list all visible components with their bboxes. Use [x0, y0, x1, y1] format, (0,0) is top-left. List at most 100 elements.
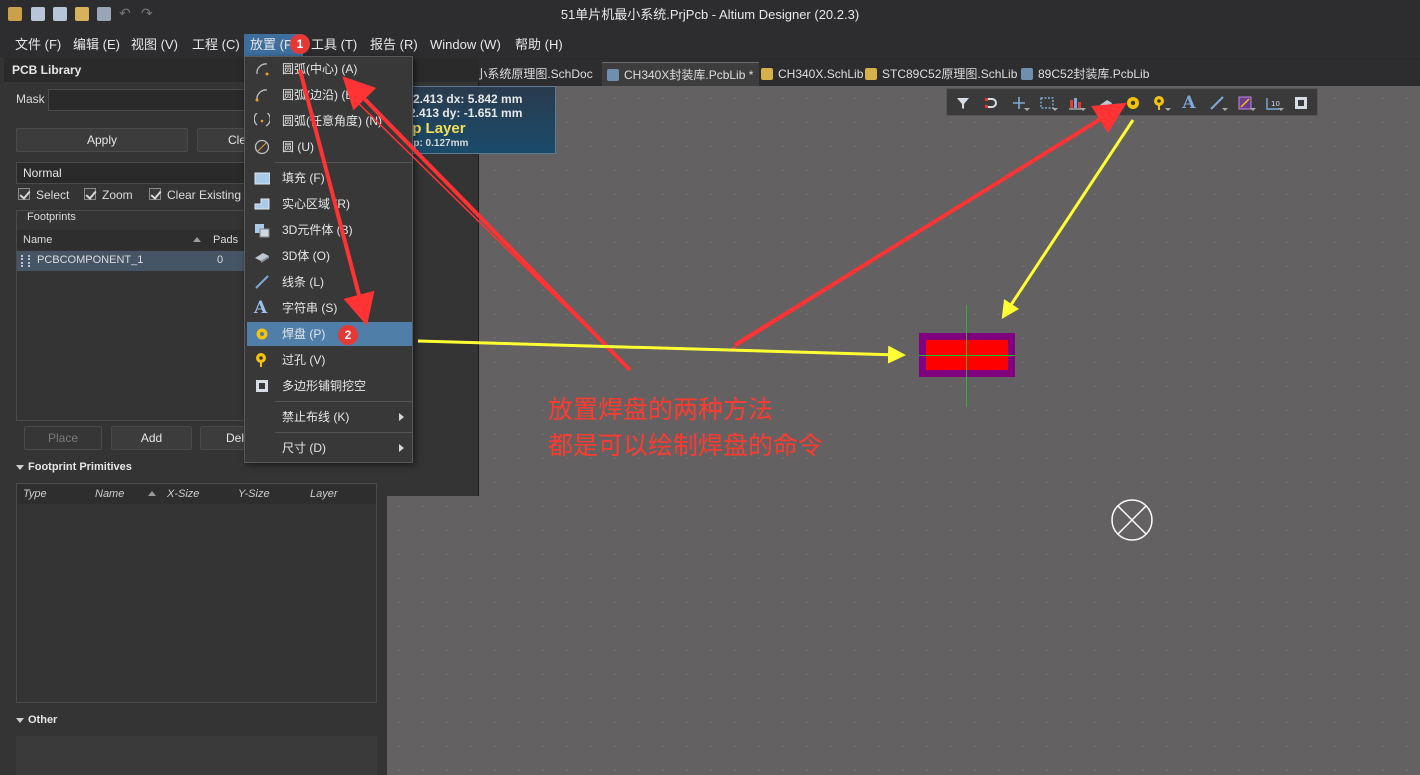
menu-3d[interactable]: 3D体 (O) [247, 244, 412, 268]
menu-edit[interactable]: 编辑 (E) [67, 34, 126, 56]
arc-edge-icon [255, 89, 268, 102]
menu-separator [275, 401, 412, 402]
menu-pad[interactable]: 焊盘 (P) [247, 322, 412, 346]
tab-89c52-pcblib[interactable]: 89C52封装库.PcbLib [1016, 62, 1155, 86]
tab-ch340x-pcblib[interactable]: CH340X封装库.PcbLib * [602, 62, 760, 86]
menu-arc-any-angle[interactable]: 圆弧(任意角度) (N) [247, 109, 412, 133]
footprint-icon [21, 255, 30, 267]
clear-existing-checkbox[interactable] [149, 188, 161, 200]
sort-up-icon [193, 237, 201, 242]
filter-icon[interactable] [952, 92, 974, 114]
tab-stc89c52-schlib[interactable]: STC89C52原理图.SchLib [860, 62, 1023, 86]
add-button[interactable]: Add [111, 426, 192, 450]
other-section-body [16, 736, 377, 775]
schlib-icon [865, 68, 877, 80]
dimension-toolbar-icon[interactable]: 10 [1262, 92, 1284, 114]
annotation-line-2: 都是可以绘制焊盘的命令 [548, 431, 824, 460]
3d-body-toolbar-icon[interactable] [1095, 92, 1117, 114]
crosshair-vertical [966, 305, 967, 407]
menu-polygon-cutout[interactable]: 多边形铺铜挖空 [247, 374, 412, 398]
line-toolbar-icon[interactable] [1206, 92, 1228, 114]
select-rect-icon[interactable] [1036, 92, 1058, 114]
table-row[interactable]: PCBCOMPONENT_1 0 [17, 251, 252, 271]
string-icon: A [254, 298, 268, 318]
step-2-badge: 2 [338, 325, 358, 345]
string-toolbar-icon[interactable]: A [1178, 92, 1200, 114]
menu-tools[interactable]: 工具 (T) [305, 34, 363, 56]
pcblib-icon [1021, 68, 1033, 80]
tab-ch340x-schlib[interactable]: CH340X.SchLib [756, 62, 869, 86]
solid-region-icon [254, 198, 270, 210]
via-icon [256, 353, 266, 367]
place-menu-dropdown: 圆弧(中心) (A) 圆弧(边沿) (E) 圆弧(任意角度) (N) 圆 (U)… [244, 56, 413, 463]
pad-icon [256, 328, 268, 340]
step-1-badge: 1 [290, 34, 310, 54]
sort-up-icon [148, 491, 156, 496]
line-icon [255, 275, 269, 289]
schlib-icon [761, 68, 773, 80]
collapse-icon [16, 717, 24, 723]
menu-help[interactable]: 帮助 (H) [509, 34, 569, 56]
menu-view[interactable]: 视图 (V) [125, 34, 184, 56]
col-name-header[interactable]: Name [17, 230, 207, 250]
snap-magnet-icon[interactable] [980, 92, 1002, 114]
mask-input[interactable] [48, 89, 253, 111]
menu-reports[interactable]: 报告 (R) [364, 34, 424, 56]
align-icon[interactable] [1064, 92, 1086, 114]
arc-any-angle-icon [254, 113, 270, 127]
via-toolbar-icon[interactable] [1149, 92, 1171, 114]
menu-keepout[interactable]: 禁止布线 (K) [247, 405, 412, 429]
menu-3d-body[interactable]: 3D元件体 (B) [247, 218, 412, 242]
col-layer-header[interactable]: Layer [304, 484, 376, 504]
region-toolbar-icon[interactable] [1234, 92, 1256, 114]
coordinate-hud: x: -2.413 dx: 5.842 mm y: 2.413 dy: -1.6… [388, 86, 556, 154]
menu-arc-edge[interactable]: 圆弧(边沿) (E) [247, 83, 412, 107]
svg-text:10: 10 [1271, 100, 1280, 108]
window-title: 51单片机最小系统.PrjPcb - Altium Designer (20.2… [560, 7, 860, 22]
menu-circle[interactable]: 圆 (U) [247, 135, 412, 159]
select-checkbox[interactable] [18, 188, 30, 200]
submenu-arrow-icon [399, 444, 404, 452]
filter-mode-select[interactable]: Normal [16, 162, 253, 184]
menu-project[interactable]: 工程 (C) [186, 34, 246, 56]
col-xsize-header[interactable]: X-Size [161, 484, 232, 504]
apply-button[interactable]: Apply [16, 128, 188, 152]
other-section-header[interactable]: Other [16, 714, 57, 726]
pad-toolbar-icon[interactable] [1122, 92, 1144, 114]
menu-separator [275, 162, 412, 163]
menu-dimension[interactable]: 尺寸 (D) [247, 436, 412, 460]
collapse-icon [16, 464, 24, 470]
menu-window[interactable]: Window (W) [424, 34, 507, 56]
menu-via[interactable]: 过孔 (V) [247, 348, 412, 372]
menu-line[interactable]: 线条 (L) [247, 270, 412, 294]
title-bar: ↶ ↷ 51单片机最小系统.PrjPcb - Altium Designer (… [0, 0, 1420, 30]
annotation-text: 放置焊盘的两种方法 都是可以绘制焊盘的命令 [548, 392, 823, 464]
hud-snap: Snap: 0.127mm [395, 138, 469, 149]
zoom-checkbox[interactable] [84, 188, 96, 200]
primitives-table [16, 483, 377, 703]
footprint-pads: 0 [217, 254, 224, 266]
menu-fill[interactable]: 填充 (F) [247, 166, 412, 190]
col-name-prim-header[interactable]: Name [89, 484, 161, 504]
pcblib-icon [607, 69, 619, 81]
cross-select-icon[interactable] [1008, 92, 1030, 114]
zoom-checkbox-label: Zoom [102, 188, 133, 202]
mask-label: Mask [16, 92, 45, 106]
col-type-header[interactable]: Type [17, 484, 89, 504]
place-button[interactable]: Place [24, 426, 102, 450]
menu-separator [275, 432, 412, 433]
annotation-line-1: 放置焊盘的两种方法 [548, 395, 774, 424]
col-ysize-header[interactable]: Y-Size [232, 484, 304, 504]
menu-file[interactable]: 文件 (F) [9, 34, 67, 56]
menu-solid-region[interactable]: 实心区域 (R) [247, 192, 412, 216]
menu-arc-center[interactable]: 圆弧(中心) (A) [247, 57, 412, 81]
primitives-section-header[interactable]: Footprint Primitives [16, 461, 132, 473]
hud-layer: Top Layer [395, 120, 466, 137]
active-bar-toolbar: A 10 [946, 88, 1318, 116]
pcb-workspace[interactable] [387, 86, 1420, 775]
polygon-cutout-toolbar-icon[interactable] [1290, 92, 1312, 114]
3d-body-icon [255, 224, 270, 238]
menu-string[interactable]: A 字符串 (S) [247, 296, 412, 320]
select-checkbox-label: Select [36, 188, 70, 202]
arc-center-icon [256, 63, 269, 76]
